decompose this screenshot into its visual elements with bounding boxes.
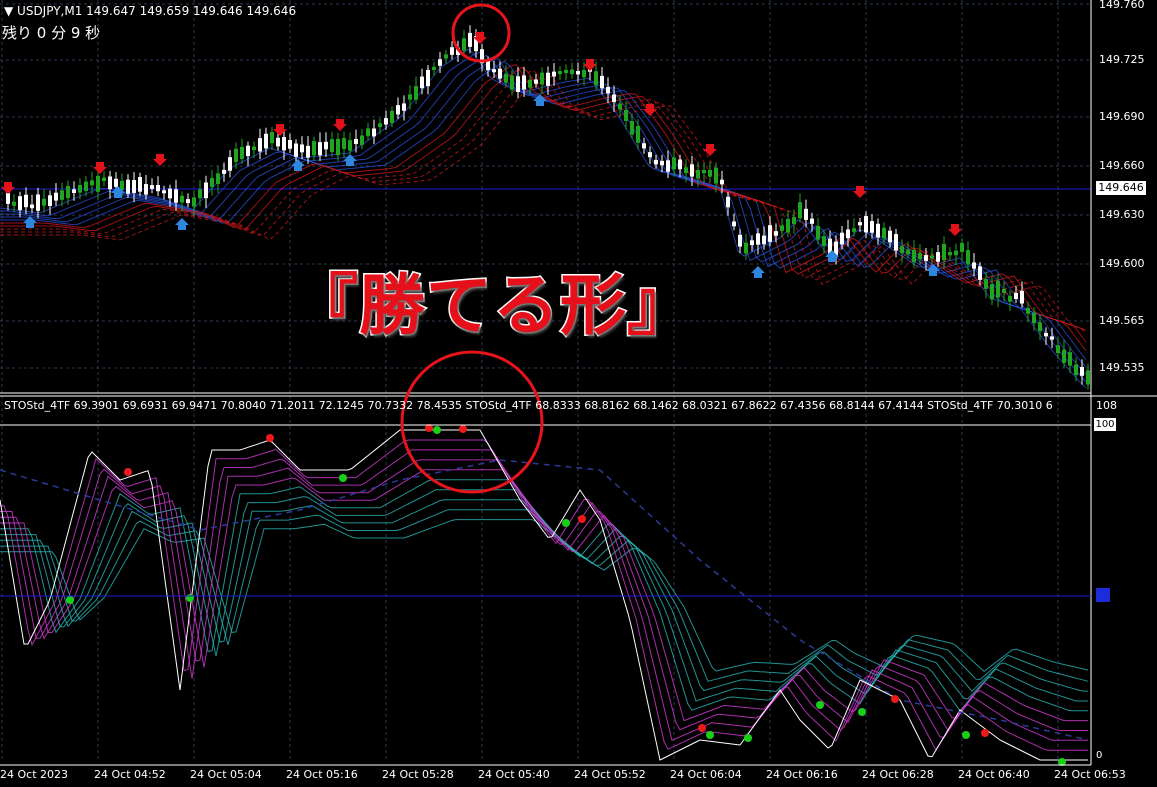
time-label: 24 Oct 06:53 (1054, 768, 1126, 781)
indicator-label: STOStd_4TF 69.3901 69.6931 69.9471 70.80… (4, 399, 1053, 412)
time-label: 24 Oct 05:40 (478, 768, 550, 781)
chart-canvas[interactable] (0, 0, 1157, 787)
price-label: 149.760 (1099, 0, 1145, 11)
time-label: 24 Oct 04:52 (94, 768, 166, 781)
countdown-timer: 残り 0 分 9 秒 (2, 24, 101, 42)
price-label: 149.535 (1099, 361, 1145, 374)
current-price-tag: 149.646 (1096, 181, 1146, 195)
time-label: 24 Oct 05:16 (286, 768, 358, 781)
price-label: 149.725 (1099, 53, 1145, 66)
time-label: 24 Oct 06:04 (670, 768, 742, 781)
time-label: 24 Oct 06:28 (862, 768, 934, 781)
price-label: 149.660 (1099, 159, 1145, 172)
indicator-level-box: 100 (1094, 418, 1116, 431)
price-label: 149.630 (1099, 208, 1145, 221)
price-grid (0, 0, 1091, 760)
time-label: 24 Oct 05:52 (574, 768, 646, 781)
time-label: 24 Oct 05:04 (190, 768, 262, 781)
price-label: 149.690 (1099, 110, 1145, 123)
indicator-scale-max: 108 (1096, 399, 1117, 412)
stochastic-panel (0, 424, 1089, 766)
price-label: 149.565 (1099, 314, 1145, 327)
time-label: 24 Oct 05:28 (382, 768, 454, 781)
time-label: 24 Oct 06:16 (766, 768, 838, 781)
indicator-scale-min: 0 (1096, 750, 1103, 761)
overlay-title: 『勝てる形』 (291, 266, 695, 346)
price-label: 149.600 (1099, 257, 1145, 270)
time-label: 24 Oct 2023 (0, 768, 69, 781)
time-label: 24 Oct 06:40 (958, 768, 1030, 781)
symbol-header: ▼ USDJPY,M1 149.647 149.659 149.646 149.… (4, 4, 297, 18)
